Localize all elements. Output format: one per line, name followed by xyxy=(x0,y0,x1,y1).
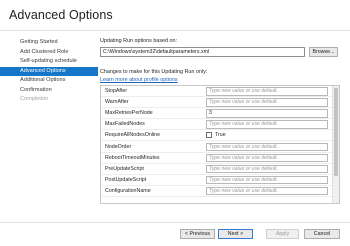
grid-row-stop-after: StopAfter Type new value or use default. xyxy=(101,86,332,98)
option-name: MaxFailedNodes xyxy=(105,121,145,128)
option-name: PostUpdateScript xyxy=(105,176,147,183)
option-name: MaxRetriesPerNode xyxy=(105,110,153,117)
previous-button[interactable]: < Previous xyxy=(180,229,215,239)
wizard-step-nav: Getting Started Add Clustered Role Self-… xyxy=(0,38,98,105)
grid-scrollbar[interactable] xyxy=(332,86,339,203)
advanced-options-panel: Updating Run options based on: C:\Window… xyxy=(100,38,340,204)
step-getting-started[interactable]: Getting Started xyxy=(0,38,98,48)
step-add-clustered-role[interactable]: Add Clustered Role xyxy=(0,48,98,58)
grid-row-post-update-script: PostUpdateScript Type new value or use d… xyxy=(101,175,332,186)
grid-row-pre-update-script: PreUpdateScript Type new value or use de… xyxy=(101,164,332,175)
options-based-on-label: Updating Run options based on: xyxy=(100,38,178,44)
option-value-input[interactable]: Type new value or use default. xyxy=(206,120,328,129)
wizard-window: Advanced Options Getting Started Add Clu… xyxy=(0,0,350,246)
profile-file-input[interactable]: C:\Windows\system32\defaultparameters.xm… xyxy=(100,47,305,57)
option-value-input[interactable]: 3 xyxy=(206,109,328,118)
checkbox-box[interactable] xyxy=(206,132,212,139)
step-self-updating-schedule[interactable]: Self-updating schedule xyxy=(0,57,98,67)
page-title: Advanced Options xyxy=(9,8,113,22)
step-additional-options[interactable]: Additional Options xyxy=(0,76,98,86)
option-value-input[interactable]: Type new value or use default. xyxy=(206,175,328,185)
changes-label: Changes to make for this Updating Run on… xyxy=(100,69,208,75)
option-value-input[interactable]: Type new value or use default. xyxy=(206,153,328,163)
grid-row-reboot-timeout-minutes: RebootTimeoutMinutes Type new value or u… xyxy=(101,153,332,164)
grid-row-node-order: NodeOrder Type new value or use default. xyxy=(101,142,332,153)
grid-row-require-all-nodes-online: RequireAllNodesOnline True xyxy=(101,130,332,142)
cancel-button[interactable]: Cancel xyxy=(304,229,340,239)
grid-row-warn-after: WarnAfter Type new value or use default. xyxy=(101,97,332,109)
learn-more-link[interactable]: Learn more about profile options xyxy=(100,77,178,83)
option-name: NodeOrder xyxy=(105,143,132,150)
option-value-input[interactable]: Type new value or use default. xyxy=(206,164,328,174)
footer-divider xyxy=(0,222,350,223)
checkbox-label: True xyxy=(215,131,226,138)
option-value-input[interactable]: Type new value or use default. xyxy=(206,142,328,151)
browse-button[interactable]: Browse... xyxy=(309,47,338,57)
option-name: StopAfter xyxy=(105,88,128,94)
option-value-input[interactable]: Type new value or use default. xyxy=(206,98,328,107)
option-name: RebootTimeoutMinutes xyxy=(105,154,160,161)
option-value-input[interactable]: Type new value or use default. xyxy=(206,186,328,196)
option-name: ConfigurationName xyxy=(105,187,151,194)
apply-button: Apply xyxy=(266,229,299,239)
option-name: WarnAfter xyxy=(105,99,129,106)
option-name: RequireAllNodesOnline xyxy=(105,132,161,139)
option-name: PreUpdateScript xyxy=(105,165,144,172)
profile-file-row: C:\Windows\system32\defaultparameters.xm… xyxy=(100,47,340,58)
option-value-input[interactable]: Type new value or use default. xyxy=(206,87,328,96)
grid-row-configuration-name: ConfigurationName Type new value or use … xyxy=(101,186,332,197)
step-advanced-options[interactable]: Advanced Options xyxy=(0,66,98,76)
grid-row-max-retries-per-node: MaxRetriesPerNode 3 xyxy=(101,108,332,120)
step-confirmation[interactable]: Confirmation xyxy=(0,86,98,96)
next-button[interactable]: Next > xyxy=(218,229,253,239)
step-completion: Completion xyxy=(20,96,49,102)
grid-row-max-failed-nodes: MaxFailedNodes Type new value or use def… xyxy=(101,119,332,131)
header-divider xyxy=(0,30,350,31)
scrollbar-thumb[interactable] xyxy=(334,88,338,176)
options-grid: StopAfter Type new value or use default.… xyxy=(100,85,340,204)
